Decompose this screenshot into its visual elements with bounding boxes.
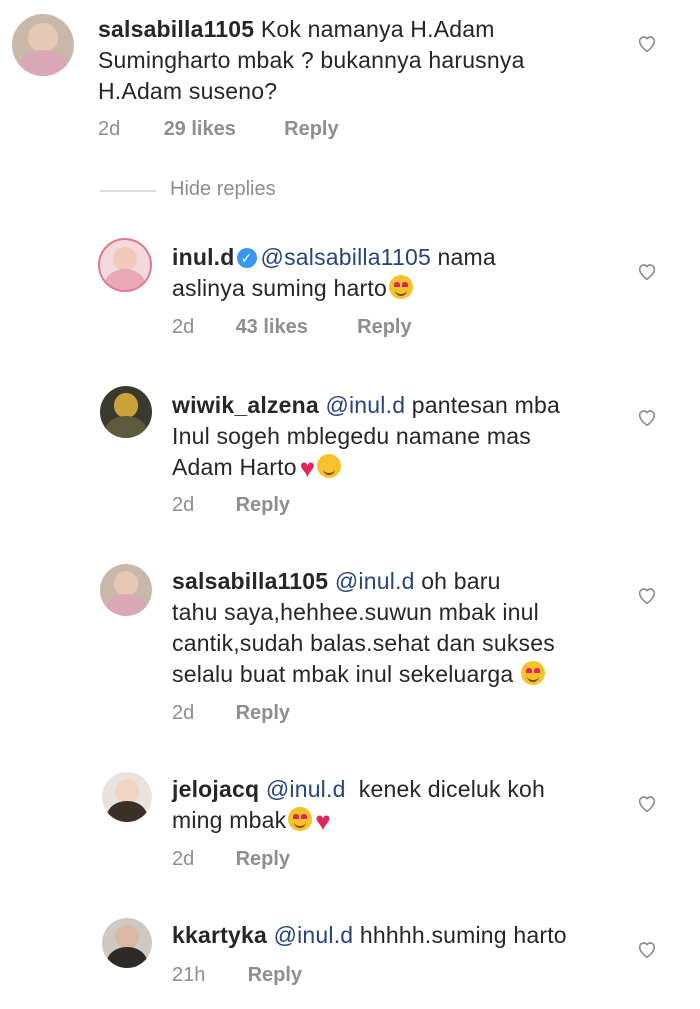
mention-link[interactable]: @inul.d: [325, 392, 405, 418]
avatar[interactable]: [102, 918, 152, 968]
comment-body: hhhhh.suming harto: [359, 922, 567, 948]
avatar-body: [107, 947, 147, 968]
comment-username[interactable]: inul.d: [172, 244, 235, 270]
avatar[interactable]: [98, 238, 152, 292]
comment-username[interactable]: salsabilla1105: [98, 16, 254, 42]
comment-username[interactable]: wiwik_alzena: [172, 392, 319, 418]
comment-likes[interactable]: 43 likes: [236, 316, 352, 339]
comment-body: tahu saya,hehhee.suwun mbak inul: [172, 599, 539, 625]
comment-text: wiwik_alzena @inul.d pantesan mba Inul s…: [172, 390, 612, 483]
reply-button[interactable]: Reply: [357, 316, 411, 339]
avatar-face: [113, 571, 139, 597]
comment-username[interactable]: salsabilla1105: [172, 568, 328, 594]
comment-body: Kok namanya H.Adam: [260, 16, 495, 42]
avatar-body: [105, 416, 147, 438]
comment-body: oh baru: [421, 568, 501, 594]
verified-badge-icon: ✓: [236, 248, 257, 268]
comment-meta: 2d Reply: [172, 494, 290, 517]
kissing-face-emoji-icon: [288, 807, 313, 831]
avatar[interactable]: [100, 386, 152, 438]
avatar[interactable]: [12, 14, 74, 76]
heart-outline-icon[interactable]: [636, 792, 658, 814]
comment-body: pantesan mba: [411, 392, 560, 418]
reply-button[interactable]: Reply: [236, 702, 290, 725]
comment-text: jelojacq @inul.d kenek diceluk koh ming …: [172, 774, 612, 836]
mention-link[interactable]: @inul.d: [335, 568, 415, 594]
comment-text: kkartyka @inul.d hhhhh.suming harto: [172, 920, 622, 951]
red-heart-emoji-icon: ♥: [299, 453, 316, 483]
avatar-face: [113, 393, 139, 419]
comment-text: salsabilla1105 @inul.d oh baru tahu saya…: [172, 566, 622, 690]
heart-eyes-emoji-icon: [388, 275, 413, 299]
avatar-face: [28, 22, 58, 53]
comment-body: cantik,sudah balas.sehat dan sukses: [172, 630, 555, 656]
comment-meta: 2d Reply: [172, 848, 290, 871]
avatar[interactable]: [102, 772, 152, 822]
avatar[interactable]: [100, 564, 152, 616]
red-heart-emoji-icon: ♥: [315, 806, 331, 836]
hide-replies-divider: [100, 190, 156, 192]
comment-meta: 2d Reply: [172, 702, 290, 725]
comment-body: Inul sogeh mblegedu namane mas: [172, 423, 531, 449]
reply-button[interactable]: Reply: [236, 848, 290, 871]
reply-button[interactable]: Reply: [248, 964, 302, 987]
avatar-body: [18, 49, 68, 76]
avatar-face: [115, 925, 139, 949]
mention-link[interactable]: @salsabilla1105: [261, 244, 431, 270]
heart-eyes-emoji-icon: [521, 661, 546, 685]
heart-outline-icon[interactable]: [636, 406, 658, 428]
mention-link[interactable]: @inul.d: [274, 922, 354, 948]
heart-outline-icon[interactable]: [636, 938, 658, 960]
comment-time: 2d: [172, 848, 195, 870]
comment-body: kenek diceluk koh: [358, 776, 545, 802]
avatar-face: [113, 247, 137, 271]
reply-button[interactable]: Reply: [284, 118, 338, 141]
avatar-body: [105, 269, 145, 290]
comment-time: 21h: [172, 964, 206, 986]
comment-body: Sumingharto mbak ? bukannya harusnya: [98, 47, 525, 73]
heart-outline-icon[interactable]: [636, 584, 658, 606]
heart-outline-icon[interactable]: [636, 32, 658, 54]
comment-body: Adam Harto: [172, 454, 297, 480]
comment-time: 2d: [172, 316, 195, 338]
comment-likes[interactable]: 29 likes: [164, 118, 279, 141]
heart-outline-icon[interactable]: [636, 260, 658, 282]
comment-text: inul.d ✓ @salsabilla1105 nama aslinya sumi…: [172, 242, 592, 304]
comment-body: H.Adam suseno?: [98, 78, 278, 104]
avatar-body: [105, 594, 147, 616]
hide-replies-button[interactable]: Hide replies: [170, 178, 276, 201]
comment-time: 2d: [98, 118, 121, 140]
avatar-body: [107, 801, 147, 822]
comment-body: nama: [437, 244, 496, 270]
comment-time: 2d: [172, 702, 195, 724]
avatar-face: [115, 779, 139, 803]
comment-time: 2d: [172, 494, 195, 516]
comment-meta: 2d 29 likes Reply: [98, 118, 339, 141]
comment-username[interactable]: kkartyka: [172, 922, 267, 948]
comment-meta: 21h Reply: [172, 964, 302, 987]
reply-button[interactable]: Reply: [236, 494, 290, 517]
comment-meta: 2d 43 likes Reply: [172, 316, 412, 339]
comment-body: aslinya suming harto: [172, 275, 387, 301]
comment-body: ming mbak: [172, 807, 287, 833]
comment-username[interactable]: jelojacq: [172, 776, 259, 802]
smiling-face-emoji-icon: [317, 454, 342, 478]
mention-link[interactable]: @inul.d: [266, 776, 346, 802]
comment-body: selalu buat mbak inul sekeluarga: [172, 661, 514, 687]
comment-text: salsabilla1105 Kok namanya H.Adam Suming…: [98, 14, 618, 107]
